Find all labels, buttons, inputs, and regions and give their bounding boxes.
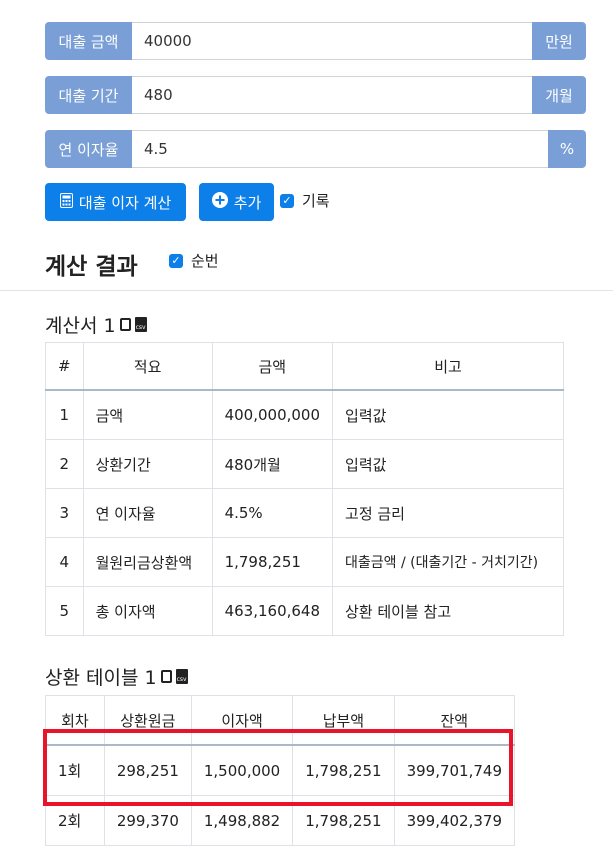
amount-input[interactable]: 40000 [132,22,532,60]
column-header: 금액 [211,342,334,391]
table-cell: 상환 테이블 참고 [332,586,564,636]
plus-circle-icon [211,192,228,212]
table-cell: 연 이자율 [82,488,213,538]
column-header: 납부액 [292,695,395,746]
table-cell: 480개월 [211,439,334,489]
table-cell: 399,701,749 [393,744,516,796]
column-header: 적요 [82,342,213,391]
repayment-table: 회차 상환원금 이자액 납부액 잔액 1회 298,251 1,500,000 … [45,695,516,846]
copy-icon[interactable] [119,318,131,331]
table-cell: 4 [45,537,84,587]
period-input[interactable]: 480 [132,76,532,114]
rate-unit: % [548,130,586,168]
order-label: 순번 [191,252,219,270]
table-row: 1 금액 400,000,000 입력값 [45,389,564,440]
record-checkbox-wrap: ✓ 기록 [280,190,330,211]
cut-off-header [45,0,305,2]
table-cell: 463,160,648 [211,586,334,636]
calculate-button[interactable]: 대출 이자 계산 [45,183,186,221]
table-cell: 1,500,000 [190,744,294,796]
table-cell: 1,798,251 [211,537,334,587]
table-cell: 월원리금상환액 [82,537,213,587]
add-button-label: 추가 [233,193,262,212]
table-cell: 1회 [45,744,105,796]
column-header: 이자액 [190,695,294,746]
calculator-icon [59,192,73,212]
table-cell: 입력값 [332,389,564,440]
divider [0,290,613,291]
calc-sheet-heading: 계산서 1 csv [45,311,147,338]
period-unit: 개월 [532,76,586,114]
column-header: # [45,342,84,391]
table-cell: 1,798,251 [292,795,395,846]
table-header-row: 회차 상환원금 이자액 납부액 잔액 [45,695,516,746]
table-row: 1회 298,251 1,500,000 1,798,251 399,701,7… [45,744,516,796]
table-cell: 5 [45,586,84,636]
column-header: 잔액 [393,695,516,746]
table-cell: 1,498,882 [190,795,294,846]
column-header: 비고 [332,342,564,391]
table-cell: 상환기간 [82,439,213,489]
table-cell: 총 이자액 [82,586,213,636]
table-cell: 299,370 [103,795,192,846]
table-row: 3 연 이자율 4.5% 고정 금리 [45,488,564,538]
table-cell: 2회 [45,795,105,846]
csv-icon[interactable]: csv [175,669,188,684]
record-checkbox[interactable]: ✓ [280,193,294,208]
add-button[interactable]: 추가 [199,183,274,221]
csv-icon[interactable]: csv [134,317,147,332]
table-cell: 대출금액 / (대출기간 - 거치기간) [332,537,564,587]
repay-table-heading: 상환 테이블 1 csv [45,663,188,690]
table-cell: 3 [45,488,84,538]
copy-icon[interactable] [160,670,172,683]
period-label: 대출 기간 [45,76,132,114]
table-row: 2 상환기간 480개월 입력값 [45,439,564,489]
period-input-group: 대출 기간 480 개월 [45,76,586,114]
order-checkbox[interactable]: ✓ [169,253,183,268]
table-cell: 4.5% [211,488,334,538]
table-cell: 입력값 [332,439,564,489]
amount-input-group: 대출 금액 40000 만원 [45,22,586,60]
table-cell: 1 [45,389,84,440]
amount-label: 대출 금액 [45,22,132,60]
rate-input[interactable]: 4.5 [132,130,548,168]
record-label: 기록 [302,192,330,210]
table-header-row: # 적요 금액 비고 [45,342,564,391]
calculate-button-label: 대출 이자 계산 [78,193,172,212]
order-checkbox-wrap: ✓ 순번 [169,250,219,271]
table-cell: 400,000,000 [211,389,334,440]
table-row: 2회 299,370 1,498,882 1,798,251 399,402,3… [45,795,516,846]
table-cell: 298,251 [103,744,192,796]
calc-sheet-table: # 적요 금액 비고 1 금액 400,000,000 입력값 2 상환기간 4… [45,342,564,636]
table-cell: 고정 금리 [332,488,564,538]
repay-table-title: 상환 테이블 1 [45,667,157,689]
table-row: 4 월원리금상환액 1,798,251 대출금액 / (대출기간 - 거치기간) [45,537,564,587]
rate-label: 연 이자율 [45,130,132,168]
calc-sheet-title: 계산서 1 [45,315,116,337]
table-cell: 1,798,251 [292,744,395,796]
table-cell: 399,402,379 [393,795,516,846]
column-header: 회차 [45,695,105,746]
table-cell: 2 [45,439,84,489]
column-header: 상환원금 [103,695,192,746]
rate-input-group: 연 이자율 4.5 % [45,130,586,168]
table-row: 5 총 이자액 463,160,648 상환 테이블 참고 [45,586,564,636]
amount-unit: 만원 [532,22,586,60]
results-title: 계산 결과 [45,254,138,280]
table-cell: 금액 [82,389,213,440]
